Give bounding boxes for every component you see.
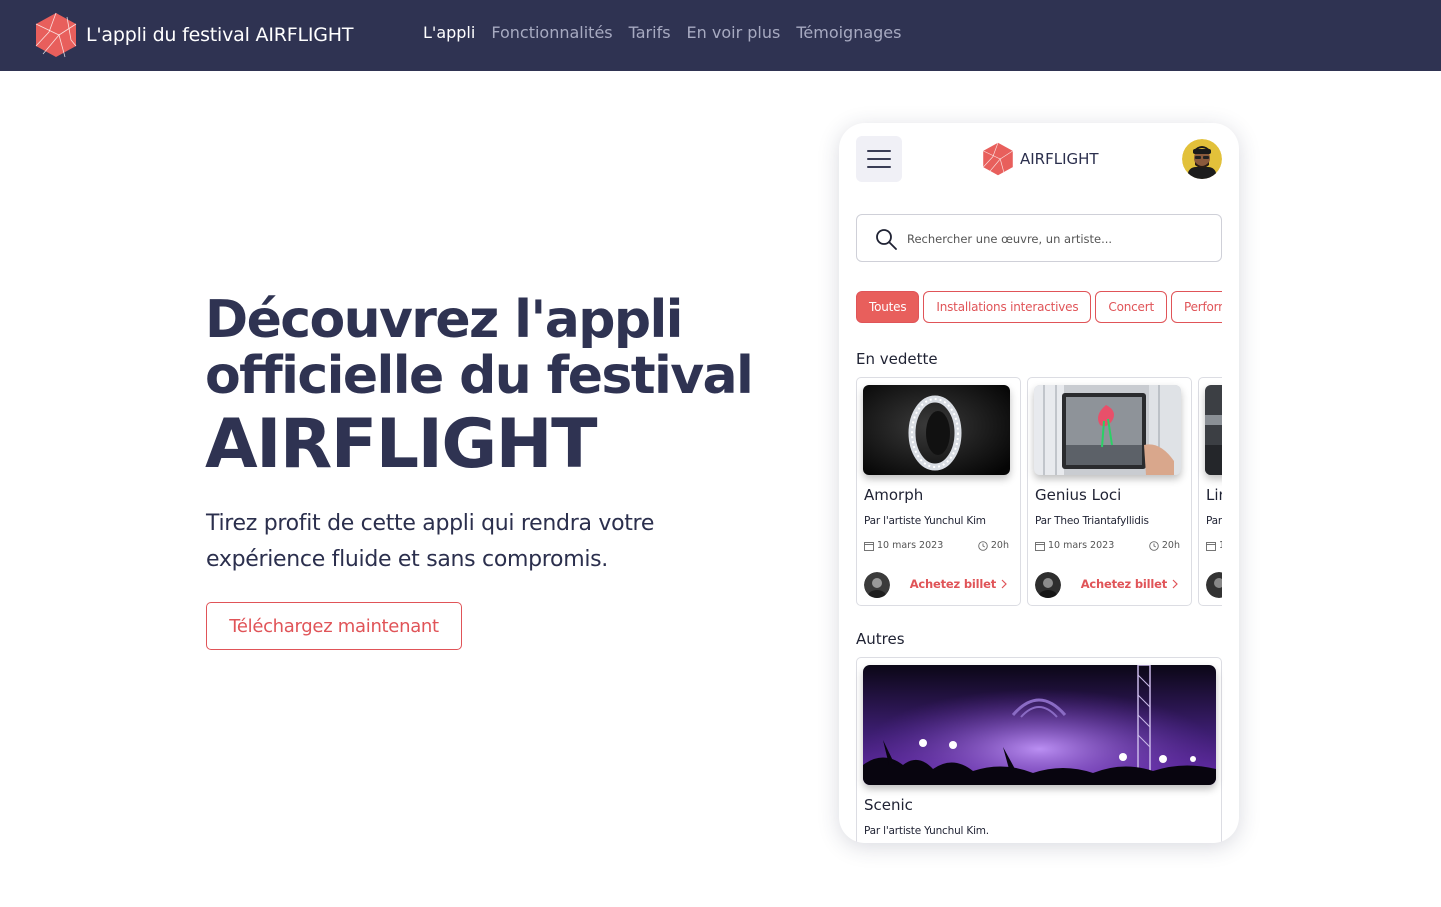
category-filter-chips: Toutes Installations interactives Concert P… (856, 291, 1222, 323)
nav-link-en-voir-plus[interactable]: En voir plus (687, 23, 781, 42)
event-title: Scenic (864, 796, 913, 814)
clock-icon (1149, 540, 1159, 551)
event-image-lin (1205, 385, 1222, 475)
download-button[interactable]: Téléchargez maintenant (206, 602, 462, 650)
event-title: Genius Loci (1035, 486, 1122, 504)
clock-icon (978, 540, 988, 551)
hero-subtitle: Tirez profit de cette appli qui rendra v… (206, 511, 655, 572)
event-date: 10 mars 2023 (1035, 540, 1114, 551)
event-card-wide[interactable]: Scenic Par l'artiste Yunchul Kim. (856, 657, 1222, 843)
event-title: Lin (1206, 486, 1222, 504)
buy-ticket-label: Achetez billet (1080, 577, 1167, 591)
hero-title: Découvrez l'appli officielle du festival… (205, 292, 765, 482)
avatar-image (1182, 139, 1222, 179)
hexagon-logo-icon (35, 12, 77, 58)
event-time-text: 20h (990, 540, 1009, 551)
event-card[interactable]: Amorph Par l'artiste Yunchul Kim 10 mars… (856, 377, 1021, 606)
event-time-text: 20h (1161, 540, 1180, 551)
buy-ticket-button[interactable]: Achetez billet (1081, 577, 1178, 591)
event-image-amorph (863, 385, 1010, 475)
top-navbar: L'appli du festival AIRFLIGHT L'appli Fo… (0, 0, 1441, 71)
event-card[interactable]: Genius Loci Par Theo Triantafyllidis 10 … (1027, 377, 1192, 606)
main-nav: L'appli Fonctionnalités Tarifs En voir p… (423, 23, 917, 42)
event-date: 10 mars 2023 (864, 540, 943, 551)
nav-link-fonctionnalites[interactable]: Fonctionnalités (491, 23, 612, 42)
menu-bar-icon (867, 166, 891, 168)
buy-ticket-label: Achetez billet (909, 577, 996, 591)
event-date: 10 (1206, 540, 1222, 551)
chevron-right-icon (1172, 579, 1178, 589)
event-image-genius-loci (1034, 385, 1181, 475)
others-section-title: Autres (856, 630, 905, 648)
hamburger-menu-button[interactable] (856, 136, 902, 182)
event-time: 20h (978, 540, 1009, 551)
event-author: Par (1206, 515, 1222, 527)
featured-carousel: Amorph Par l'artiste Yunchul Kim 10 mars… (856, 377, 1222, 607)
event-date-text: 10 mars 2023 (877, 540, 944, 551)
hero-title-line-2: officielle du festival (205, 346, 754, 406)
artist-avatar (1035, 572, 1061, 598)
event-author: Par l'artiste Yunchul Kim (864, 515, 986, 527)
event-card[interactable]: Lin Par 10 (1198, 377, 1222, 606)
app-brand: AIRFLIGHT (982, 142, 1099, 176)
hexagon-logo-icon (982, 142, 1013, 176)
nav-link-temoignages[interactable]: Témoignages (796, 23, 901, 42)
buy-ticket-button[interactable]: Achetez billet (910, 577, 1007, 591)
event-image-scenic (863, 665, 1216, 785)
hero-title-line-1: Découvrez l'appli (205, 290, 684, 350)
chip-concert[interactable]: Concert (1095, 291, 1167, 323)
event-author: Par Theo Triantafyllidis (1035, 515, 1149, 527)
chip-performance[interactable]: Performance (1170, 291, 1222, 323)
search-input[interactable] (907, 228, 1207, 250)
event-time: 20h (1149, 540, 1180, 551)
artist-avatar (864, 572, 890, 598)
menu-bar-icon (867, 150, 891, 152)
calendar-icon (864, 541, 874, 551)
search-icon (876, 229, 897, 250)
brand-name: L'appli du festival AIRFLIGHT (86, 24, 354, 46)
calendar-icon (1206, 541, 1216, 551)
phone-mockup: AIRFLIGHT ToutesInstallations interactiv… (839, 123, 1239, 843)
chevron-right-icon (1001, 579, 1007, 589)
hero-title-brand: AIRFLIGHT (205, 405, 597, 484)
chip-toutes[interactable]: Toutes (856, 291, 920, 323)
app-brand-name: AIRFLIGHT (1020, 150, 1099, 168)
event-title: Amorph (864, 486, 924, 504)
event-author: Par l'artiste Yunchul Kim. (864, 825, 989, 837)
search-box (856, 214, 1222, 262)
event-date-text: 10 mars 2023 (1048, 540, 1115, 551)
nav-link-appli[interactable]: L'appli (423, 23, 475, 42)
menu-bar-icon (867, 158, 891, 160)
event-date-text: 10 (1219, 540, 1222, 551)
artist-avatar (1206, 572, 1222, 598)
chip-installations-interactives[interactable]: Installations interactives (923, 291, 1092, 323)
featured-section-title: En vedette (856, 350, 938, 368)
user-avatar[interactable] (1182, 139, 1222, 179)
calendar-icon (1035, 541, 1045, 551)
nav-link-tarifs[interactable]: Tarifs (629, 23, 671, 42)
brand-link[interactable]: L'appli du festival AIRFLIGHT (35, 12, 353, 58)
